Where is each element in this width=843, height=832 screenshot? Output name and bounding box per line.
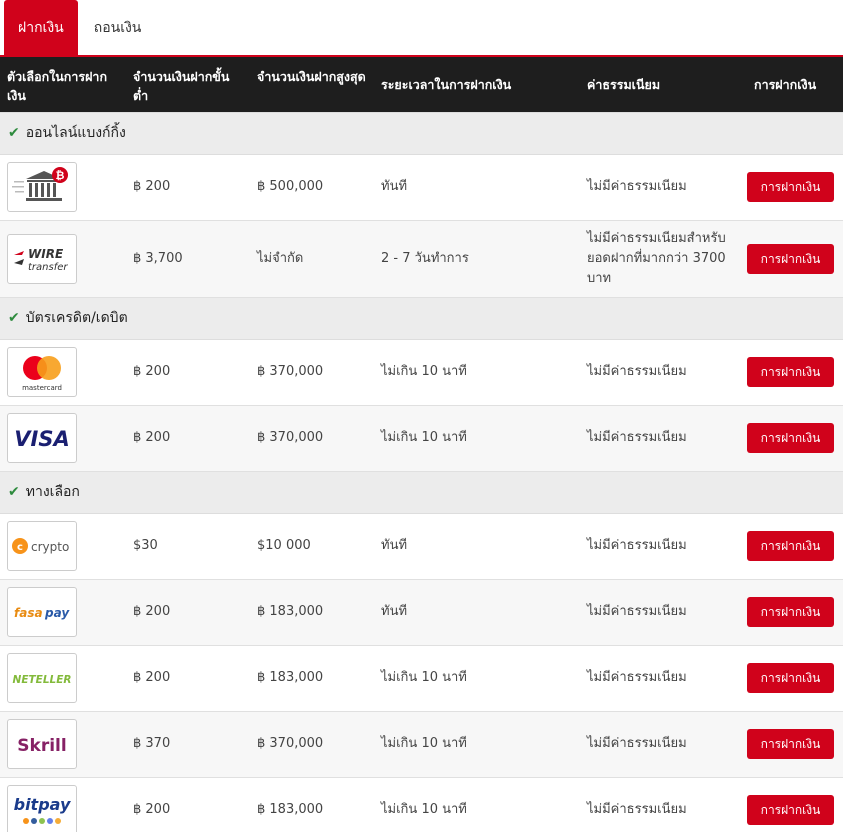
fee: ไม่มีค่าธรรมเนียม xyxy=(587,604,687,619)
wire-transfer-logo: WIRE transfer xyxy=(7,233,77,284)
table-row: mastercard ฿ 200 ฿ 370,000 ไม่เกิน 10 นา… xyxy=(0,339,843,405)
header-option: ตัวเลือกในการฝากเงิน xyxy=(7,69,108,103)
neteller-logo: NETELLER xyxy=(7,653,77,703)
table-row: c crypto $30 $10 000 ทันที ไม่มีค่าธรรมเ… xyxy=(0,513,843,579)
table-row: WIRE transfer ฿ 3,700 ไม่จำกัด 2 - 7 วัน… xyxy=(0,220,843,297)
logo-text: transfer xyxy=(28,262,68,273)
fee: ไม่มีค่าธรรมเนียม xyxy=(587,430,687,445)
logo-text: Skrill xyxy=(17,736,66,756)
header-action: การฝากเงิน xyxy=(754,76,817,92)
category-label: ทางเลือก xyxy=(25,484,80,500)
deposit-time: ทันที xyxy=(381,604,408,619)
table-row: bitpay ฿ 200 ฿ 183,000 ไม่เกิน 10 นาที ไ… xyxy=(0,777,843,832)
check-icon: ✔ xyxy=(8,484,20,500)
table-row: ₿ ฿ 200 ฿ 500,000 ทันที ไม่มีค่าธรรมเนีย… xyxy=(0,154,843,220)
category-label: ออนไลน์แบงก์กิ้ง xyxy=(25,125,126,141)
table-row: NETELLER ฿ 200 ฿ 183,000 ไม่เกิน 10 นาที… xyxy=(0,645,843,711)
min-amount: ฿ 200 xyxy=(133,179,171,194)
logo-text: mastercard xyxy=(22,384,62,392)
category-credit-debit: ✔ บัตรเครดิต/เดบิต xyxy=(0,297,843,340)
fee: ไม่มีค่าธรรมเนียมสำหรับยอดฝากที่มากกว่า … xyxy=(587,230,726,286)
logo-text: pay xyxy=(44,606,70,620)
check-icon: ✔ xyxy=(8,125,20,141)
logo-text: VISA xyxy=(14,427,69,451)
mastercard-logo: mastercard xyxy=(7,347,77,397)
deposit-time: ไม่เกิน 10 นาที xyxy=(381,430,467,445)
deposit-time: ไม่เกิน 10 นาที xyxy=(381,802,467,817)
deposit-button[interactable]: การฝากเงิน xyxy=(747,663,834,693)
header-fee: ค่าธรรมเนียม xyxy=(587,76,661,92)
max-amount: ฿ 183,000 xyxy=(257,670,324,685)
deposit-button[interactable]: การฝากเงิน xyxy=(747,729,834,759)
check-icon: ✔ xyxy=(8,310,20,326)
fee: ไม่มีค่าธรรมเนียม xyxy=(587,736,687,751)
table-row: VISA ฿ 200 ฿ 370,000 ไม่เกิน 10 นาที ไม่… xyxy=(0,405,843,471)
header-min: จำนวนเงินฝากขั้นต่ำ xyxy=(133,69,230,103)
logo-text: NETELLER xyxy=(13,674,72,686)
deposit-button[interactable]: การฝากเงิน xyxy=(747,531,834,561)
header-max: จำนวนเงินฝากสูงสุด xyxy=(257,69,366,84)
deposit-button[interactable]: การฝากเงิน xyxy=(747,357,834,387)
category-online-banking: ✔ ออนไลน์แบงก์กิ้ง xyxy=(0,112,843,155)
category-label: บัตรเครดิต/เดบิต xyxy=(25,310,128,326)
fee: ไม่มีค่าธรรมเนียม xyxy=(587,538,687,553)
deposit-time: ไม่เกิน 10 นาที xyxy=(381,670,467,685)
svg-text:c: c xyxy=(17,542,23,553)
category-alternative: ✔ ทางเลือก xyxy=(0,471,843,514)
max-amount: ฿ 370,000 xyxy=(257,430,324,445)
deposit-button[interactable]: การฝากเงิน xyxy=(747,795,834,825)
deposit-button[interactable]: การฝากเงิน xyxy=(747,597,834,627)
tab-withdraw[interactable]: ถอนเงิน xyxy=(78,0,156,55)
fee: ไม่มีค่าธรรมเนียม xyxy=(587,670,687,685)
deposit-button[interactable]: การฝากเงิน xyxy=(747,423,834,453)
max-amount: ฿ 370,000 xyxy=(257,364,324,379)
logo-text: bitpay xyxy=(14,795,71,814)
fasapay-logo: fasa pay xyxy=(7,587,77,637)
min-amount: ฿ 200 xyxy=(133,604,171,619)
deposit-time: 2 - 7 วันทำการ xyxy=(381,250,469,266)
header-time: ระยะเวลาในการฝากเงิน xyxy=(381,76,512,92)
tab-deposit[interactable]: ฝากเงิน xyxy=(4,0,78,55)
fee: ไม่มีค่าธรรมเนียม xyxy=(587,802,687,817)
min-amount: ฿ 200 xyxy=(133,802,171,817)
max-amount: ฿ 183,000 xyxy=(257,604,324,619)
logo-text: WIRE xyxy=(28,247,64,261)
bitpay-logo: bitpay xyxy=(7,785,77,832)
logo-text: fasa xyxy=(14,606,43,620)
deposit-withdraw-tabs: ฝากเงิน ถอนเงิน xyxy=(0,0,843,57)
deposit-time: ไม่เกิน 10 นาที xyxy=(381,736,467,751)
visa-logo: VISA xyxy=(7,413,77,463)
min-amount: ฿ 370 xyxy=(133,736,171,751)
fee: ไม่มีค่าธรรมเนียม xyxy=(587,179,687,194)
min-amount: ฿ 200 xyxy=(133,364,171,379)
deposit-button[interactable]: การฝากเงิน xyxy=(747,243,834,274)
max-amount: ฿ 370,000 xyxy=(257,736,324,751)
deposit-time: ทันที xyxy=(381,179,408,194)
skrill-logo: Skrill xyxy=(7,719,77,769)
max-amount: $10 000 xyxy=(257,538,311,553)
min-amount: $30 xyxy=(133,538,158,553)
deposit-button[interactable]: การฝากเงิน xyxy=(747,172,834,202)
table-row: Skrill ฿ 370 ฿ 370,000 ไม่เกิน 10 นาที ไ… xyxy=(0,711,843,777)
svg-text:₿: ₿ xyxy=(56,169,65,182)
min-amount: ฿ 3,700 xyxy=(133,250,183,266)
min-amount: ฿ 200 xyxy=(133,670,171,685)
table-row: fasa pay ฿ 200 ฿ 183,000 ทันที ไม่มีค่าธ… xyxy=(0,579,843,645)
max-amount: ฿ 500,000 xyxy=(257,179,324,194)
bank-bitcoin-icon: ₿ xyxy=(7,162,77,212)
deposit-time: ทันที xyxy=(381,538,408,553)
crypto-logo: c crypto xyxy=(7,521,77,571)
fee: ไม่มีค่าธรรมเนียม xyxy=(587,364,687,379)
max-amount: ฿ 183,000 xyxy=(257,802,324,817)
min-amount: ฿ 200 xyxy=(133,430,171,445)
logo-text: crypto xyxy=(31,540,69,554)
deposit-options-table: ตัวเลือกในการฝากเงิน จำนวนเงินฝากขั้นต่ำ… xyxy=(0,57,843,832)
deposit-time: ไม่เกิน 10 นาที xyxy=(381,364,467,379)
table-header-row: ตัวเลือกในการฝากเงิน จำนวนเงินฝากขั้นต่ำ… xyxy=(0,57,843,112)
max-amount: ไม่จำกัด xyxy=(257,250,304,266)
